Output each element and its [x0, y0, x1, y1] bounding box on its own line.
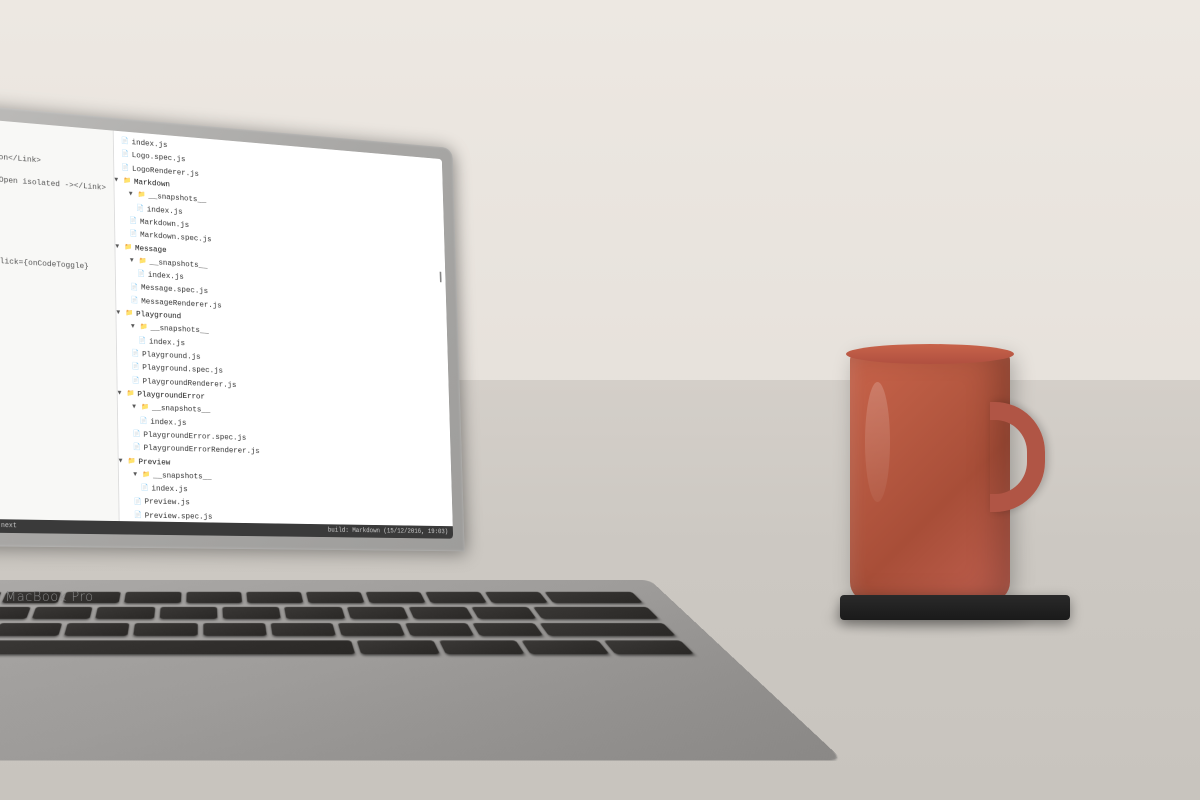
- folder-icon: 📁: [139, 257, 150, 267]
- coaster: [840, 595, 1070, 620]
- key: [64, 623, 129, 636]
- key: [485, 592, 548, 603]
- arrow-icon: ▼: [129, 190, 138, 200]
- file-icon: 📄: [121, 137, 132, 147]
- key: [472, 623, 543, 636]
- folder-icon: 📁: [140, 323, 151, 333]
- mug-body: [850, 352, 1010, 602]
- folder-icon: 📁: [143, 538, 154, 539]
- mug-rim: [846, 344, 1014, 364]
- key: [159, 607, 217, 619]
- folder-icon: 📁: [128, 456, 139, 466]
- file-icon: 📄: [133, 430, 144, 440]
- file-icon: 📄: [130, 283, 141, 293]
- mug: [850, 342, 1040, 602]
- key-row: [0, 623, 676, 636]
- folder-icon: 📁: [138, 191, 149, 201]
- key: [347, 607, 409, 619]
- screen-bezel: link>; <name>=> Exit Isolation</Link> <n…: [0, 97, 465, 552]
- key: [0, 607, 31, 619]
- screen: link>; <name>=> Exit Isolation</Link> <n…: [0, 111, 453, 538]
- key: [125, 592, 181, 603]
- key: [222, 607, 281, 619]
- ide-interface: link>; <name>=> Exit Isolation</Link> <n…: [0, 111, 453, 538]
- file-icon: 📄: [137, 270, 148, 280]
- mug-highlight: [865, 382, 890, 502]
- key: [439, 640, 525, 654]
- key-row: [0, 592, 643, 603]
- key: [533, 607, 659, 619]
- coffee-mug-area: [820, 260, 1100, 620]
- folder-icon: 📁: [141, 403, 152, 413]
- file-icon: 📄: [132, 376, 143, 386]
- key: [246, 592, 303, 603]
- key: [134, 623, 198, 636]
- key: [95, 607, 155, 619]
- arrow-icon: ▼: [114, 176, 123, 186]
- macbook-label: MacBook Pro: [5, 590, 94, 605]
- file-icon: 📄: [121, 150, 132, 160]
- file-icon: 📄: [140, 417, 151, 427]
- key: [409, 607, 473, 619]
- key: [31, 607, 92, 619]
- mug-handle: [990, 402, 1045, 512]
- arrow-icon: ▼: [131, 323, 140, 333]
- file-icon: 📄: [138, 336, 149, 346]
- file-icon: 📄: [131, 349, 142, 359]
- key: [604, 640, 695, 654]
- arrow-icon: ▼: [115, 242, 124, 252]
- file-icon: 📄: [129, 216, 140, 226]
- key: [521, 640, 609, 654]
- key-row: [0, 607, 659, 619]
- file-icon: 📄: [134, 497, 145, 507]
- key: [539, 623, 676, 636]
- file-icon: 📄: [132, 363, 143, 373]
- file-icon: 📄: [134, 511, 145, 521]
- file-icon: 📄: [136, 204, 147, 214]
- arrow-icon: ▼: [130, 256, 139, 266]
- arrow-icon: ▼: [134, 538, 143, 539]
- key-space: [0, 640, 355, 654]
- key: [270, 623, 335, 636]
- arrow-icon: ▼: [119, 456, 128, 466]
- key: [0, 623, 63, 636]
- key: [405, 623, 474, 636]
- key: [285, 607, 346, 619]
- file-icon: 📄: [141, 484, 152, 494]
- file-icon: 📄: [133, 443, 144, 453]
- arrow-icon: ▼: [116, 308, 125, 318]
- status-build: build: Markdown (15/12/2016, 19:03): [328, 526, 449, 537]
- folder-icon: 📁: [123, 176, 134, 186]
- arrow-icon: ▼: [133, 470, 142, 480]
- key: [425, 592, 487, 603]
- folder-icon: 📁: [142, 470, 153, 480]
- laptop: link>; <name>=> Exit Isolation</Link> <n…: [0, 97, 514, 605]
- key: [186, 592, 242, 603]
- file-tree-panel: 📄 index.js 📄 Logo.spec.js 📄 LogoRenderer…: [114, 131, 453, 539]
- key: [337, 623, 404, 636]
- key: [306, 592, 365, 603]
- code-panel: link>; <name>=> Exit Isolation</Link> <n…: [0, 111, 120, 534]
- arrow-icon: ▼: [118, 389, 127, 399]
- key: [203, 623, 267, 636]
- key: [356, 640, 439, 654]
- key: [544, 592, 643, 603]
- keys-grid: [0, 592, 694, 654]
- file-icon: 📄: [121, 163, 132, 173]
- key: [471, 607, 537, 619]
- folder-icon: 📁: [124, 242, 135, 252]
- folder-icon: 📁: [127, 389, 138, 399]
- key: [365, 592, 425, 603]
- key-row: [0, 640, 694, 654]
- file-icon: 📄: [130, 296, 141, 306]
- folder-icon: 📁: [125, 309, 136, 319]
- arrow-icon: ▼: [132, 403, 141, 413]
- file-icon: 📄: [129, 230, 140, 240]
